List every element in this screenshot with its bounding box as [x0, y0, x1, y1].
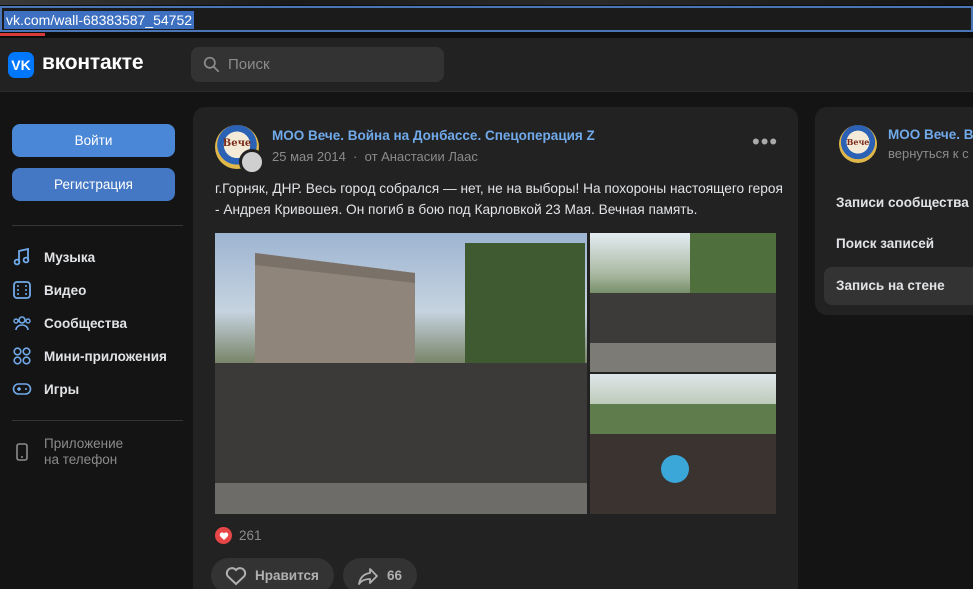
share-button[interactable]: 66: [343, 558, 417, 589]
music-icon: [13, 247, 30, 266]
heart-outline-icon: [225, 566, 247, 585]
communities-icon: [13, 316, 31, 331]
post-meta: 25 мая 2014 · от Анастасии Лаас: [272, 149, 478, 164]
register-button[interactable]: Регистрация: [12, 168, 175, 201]
share-count: 66: [387, 568, 403, 583]
post-date[interactable]: 25 мая 2014: [272, 149, 346, 164]
search-icon: [203, 56, 220, 73]
like-label: Нравится: [255, 568, 319, 583]
top-header: VK вконтакте Поиск: [0, 38, 973, 92]
sidebar-item-mini-apps[interactable]: Мини-приложения: [12, 343, 183, 369]
photo-crowd-scene: [215, 243, 587, 514]
right-nav-card: Вече МОО Вече. Во вернуться к с Записи с…: [815, 107, 973, 315]
post-author-link[interactable]: МОО Вече. Война на Донбассе. Спецопераци…: [272, 128, 595, 143]
author-badge-icon: [239, 149, 265, 175]
mini-apps-icon: [13, 347, 31, 365]
reactions-summary[interactable]: 261: [215, 527, 262, 544]
sidebar-item-label: Видео: [44, 282, 87, 298]
vk-logo-icon[interactable]: VK: [8, 52, 34, 78]
sidebar-divider: [12, 225, 183, 226]
sidebar-item-mobile-app[interactable]: Приложение на телефон: [12, 436, 183, 468]
login-button[interactable]: Войти: [12, 124, 175, 157]
sidebar-item-video[interactable]: Видео: [12, 277, 183, 303]
likes-count: 261: [239, 528, 262, 543]
sidebar-item-music[interactable]: Музыка: [12, 244, 183, 270]
search-input[interactable]: Поиск: [191, 47, 444, 82]
sidebar-item-label: Мини-приложения: [44, 348, 167, 364]
nav-wall-post[interactable]: Запись на стене: [824, 267, 973, 305]
heart-icon: [215, 527, 232, 544]
games-icon: [12, 383, 32, 395]
post-text: г.Горняк, ДНР. Весь город собрался — нет…: [215, 181, 783, 217]
browser-chrome: vk.com/wall-68383587_54752: [0, 0, 973, 38]
sidebar-item-communities[interactable]: Сообщества: [12, 310, 183, 336]
address-url[interactable]: vk.com/wall-68383587_54752: [4, 11, 195, 29]
more-options-icon[interactable]: •••: [752, 131, 778, 153]
back-to-community-link[interactable]: вернуться к с: [888, 146, 969, 161]
post-photo-3[interactable]: [590, 374, 776, 514]
phone-icon: [16, 443, 28, 461]
photo-street-crowd: [590, 233, 776, 372]
photo-mourners: [590, 404, 776, 514]
address-bar[interactable]: vk.com/wall-68383587_54752: [0, 6, 973, 32]
post-photo-2[interactable]: [590, 233, 776, 372]
sidebar-item-label: Сообщества: [44, 315, 128, 331]
logo-text[interactable]: вконтакте: [42, 51, 143, 75]
loading-indicator: [0, 33, 45, 36]
wall-post: Вече МОО Вече. Война на Донбассе. Спецоп…: [193, 107, 798, 589]
like-button[interactable]: Нравится: [211, 558, 334, 589]
mobile-app-label-line1: Приложение: [44, 436, 124, 451]
share-icon: [358, 567, 378, 585]
community-avatar-small[interactable]: Вече: [839, 125, 877, 163]
sidebar-item-label: Игры: [44, 381, 80, 397]
sidebar-item-label: Музыка: [44, 249, 96, 265]
post-signer[interactable]: от Анастасии Лаас: [365, 149, 478, 164]
avatar-emblem-text: Вече: [222, 138, 252, 149]
search-placeholder: Поиск: [228, 56, 270, 73]
community-title-link[interactable]: МОО Вече. Во: [888, 127, 973, 142]
avatar-emblem-text: Вече: [846, 137, 870, 147]
sidebar-item-games[interactable]: Игры: [12, 376, 183, 402]
video-icon: [13, 281, 31, 299]
nav-search-posts[interactable]: Поиск записей: [824, 225, 973, 263]
meta-separator-icon: ·: [349, 149, 361, 164]
mobile-app-label-line2: на телефон: [44, 452, 118, 467]
post-photo-1[interactable]: [215, 233, 587, 514]
nav-community-posts[interactable]: Записи сообщества: [824, 184, 973, 222]
browser-tab-strip: [0, 0, 973, 5]
sidebar-divider: [12, 420, 183, 421]
